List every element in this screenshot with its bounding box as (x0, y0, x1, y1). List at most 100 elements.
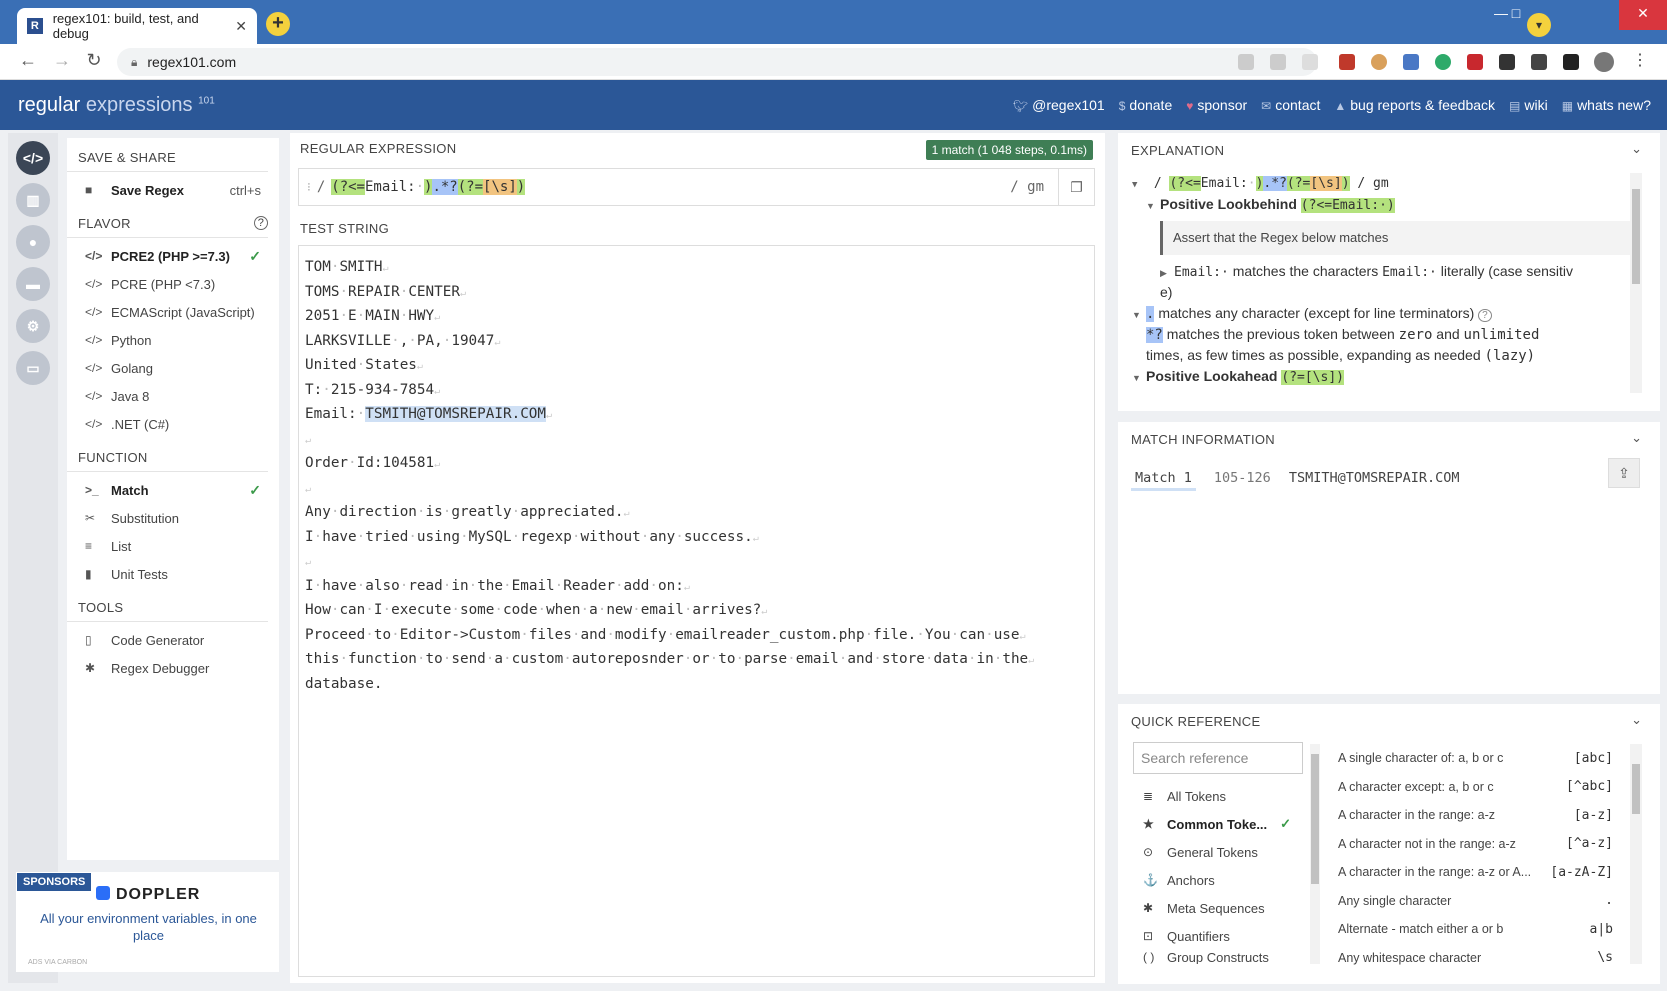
cookie-icon[interactable] (1371, 54, 1387, 70)
flavor-java[interactable]: </> Java 8 (67, 382, 279, 410)
flavor-ecmascript[interactable]: </> ECMAScript (JavaScript) (67, 298, 279, 326)
category-all-tokens[interactable]: ≣ All Tokens (1133, 782, 1303, 810)
category-common-tokens[interactable]: ★ Common Toke... ✓ (1133, 810, 1303, 838)
chevron-down-icon[interactable]: ⌄ (1631, 712, 1642, 728)
donate-link[interactable]: $ donate (1119, 97, 1173, 113)
save-regex-button[interactable]: ■ Save Regex ctrl+s (67, 176, 279, 204)
drag-handle-icon[interactable]: ⁝ (307, 180, 311, 194)
new-tab-button[interactable]: + (266, 12, 290, 36)
ads-via-carbon[interactable]: ADS VIA CARBON (28, 959, 87, 966)
reference-item[interactable]: Alternate - match either a or b a|b (1338, 915, 1613, 944)
help-icon[interactable]: ? (254, 216, 268, 230)
wiki-link[interactable]: ▤ wiki (1509, 97, 1548, 113)
reference-item[interactable]: Any whitespace character \s (1338, 944, 1613, 973)
library-icon[interactable]: ▥ (16, 183, 50, 217)
reference-item[interactable]: A character in the range: a-z [a-z] (1338, 801, 1613, 830)
function-match[interactable]: >_ Match ✓ (67, 476, 279, 504)
function-unit-tests[interactable]: ▮ Unit Tests (67, 560, 279, 588)
explain-lookahead[interactable]: ▼ Positive Lookahead (?=[\s]) (1132, 366, 1632, 387)
menu-icon[interactable]: ⋮ (1632, 50, 1648, 69)
install-icon[interactable] (1238, 54, 1254, 70)
match-row[interactable]: Match 1 105-126 TSMITH@TOMSREPAIR.COM (1131, 470, 1460, 491)
bug-report-link[interactable]: ▲ bug reports & feedback (1334, 97, 1495, 113)
extension-icon[interactable] (1499, 54, 1515, 70)
extension-icon[interactable] (1403, 54, 1419, 70)
flavor-dotnet[interactable]: </> .NET (C#) (67, 410, 279, 438)
sponsor-ad[interactable]: SPONSORS DOPPLER All your environment va… (16, 872, 279, 972)
close-window-icon[interactable]: ✕ (1619, 0, 1667, 30)
email-desc3: e) (1160, 284, 1173, 300)
explain-lookbehind[interactable]: ▼ Positive Lookbehind (?<=Email:·) (1146, 194, 1632, 215)
close-tab-icon[interactable]: ✕ (235, 18, 247, 35)
sponsor-link[interactable]: ♥ sponsor (1186, 97, 1247, 113)
tool-regex-debugger[interactable]: ✱ Regex Debugger (67, 654, 279, 682)
flavor-pcre2[interactable]: </> PCRE2 (PHP >=7.3) ✓ (67, 242, 279, 270)
regex-input[interactable]: ⁝ / (?<=Email:·).*?(?=[\s]) / gm ❐ (298, 168, 1095, 206)
avatar[interactable] (1594, 52, 1614, 72)
tool-code-generator[interactable]: ▯ Code Generator (67, 626, 279, 654)
help-icon[interactable]: ? (1478, 309, 1492, 322)
reference-scrollbar[interactable] (1630, 744, 1642, 964)
star-icon[interactable] (1302, 54, 1318, 70)
categories-scrollbar[interactable] (1310, 744, 1320, 964)
chevron-down-icon[interactable]: ⌄ (1631, 430, 1642, 446)
explain-root[interactable]: ▼ / (?<=Email:·).*?(?=[\s]) / gm (1132, 173, 1632, 194)
regex-delimiter: / (316, 179, 326, 195)
reference-item[interactable]: A character not in the range: a-z [^a-z] (1338, 830, 1613, 859)
category-group-constructs[interactable]: ( ) Group Constructs (1133, 950, 1303, 964)
test-string-input[interactable]: TOM·SMITH↵ TOMS·REPAIR·CENTER↵ 2051·E·MAIN… (298, 245, 1095, 977)
code-icon[interactable]: </> (16, 141, 50, 175)
scrollbar-thumb[interactable] (1311, 754, 1319, 884)
search-reference-input[interactable]: Search reference (1133, 742, 1303, 774)
contact-link[interactable]: ✉ contact (1261, 97, 1320, 113)
share-icon[interactable] (1270, 54, 1286, 70)
puzzle-icon[interactable] (1531, 54, 1547, 70)
logo[interactable]: regular expressions 101 (18, 94, 215, 117)
chevron-down-icon[interactable]: ⌄ (1631, 141, 1642, 157)
reference-item[interactable]: A character except: a, b or c [^abc] (1338, 773, 1613, 802)
gamepad-icon[interactable]: ▬ (16, 267, 50, 301)
url-field[interactable]: 🔒︎ regex101.com (117, 48, 1317, 76)
grammarly-icon[interactable] (1435, 54, 1451, 70)
category-general-tokens[interactable]: ⊙ General Tokens (1133, 838, 1303, 866)
function-list[interactable]: ≡ List (67, 532, 279, 560)
explanation-scrollbar[interactable] (1630, 173, 1642, 393)
twitter-link[interactable]: 🐦︎ @regex101 (1013, 97, 1105, 113)
reference-item[interactable]: A character in the range: a-z or A... [a-… (1338, 858, 1613, 887)
reference-item[interactable]: A single character of: a, b or c [abc] (1338, 744, 1613, 773)
gear-icon[interactable]: ⚙ (16, 309, 50, 343)
extension-icon[interactable] (1339, 54, 1355, 70)
explain-email[interactable]: ▶ Email:· matches the characters Email:· … (1160, 261, 1632, 282)
browser-tab[interactable]: R regex101: build, test, and debug ✕ (17, 8, 257, 44)
flavor-python[interactable]: </> Python (67, 326, 279, 354)
function-heading: FUNCTION (67, 438, 268, 472)
file-code-icon: ▯ (85, 633, 92, 647)
maximize-icon[interactable]: □ (1490, 0, 1542, 30)
flavor-golang[interactable]: </> Golang (67, 354, 279, 382)
reload-icon[interactable]: ↻ (82, 50, 106, 71)
category-anchors[interactable]: ⚓ Anchors (1133, 866, 1303, 894)
function-substitution[interactable]: ✂ Substitution (67, 504, 279, 532)
function-label: Substitution (111, 510, 179, 526)
category-quantifiers[interactable]: ⊡ Quantifiers (1133, 922, 1303, 950)
forward-icon[interactable]: → (50, 50, 74, 71)
flavor-pcre[interactable]: </> PCRE (PHP <7.3) (67, 270, 279, 298)
sidepanel-icon[interactable] (1563, 54, 1579, 70)
export-icon[interactable]: ⇪ (1608, 458, 1640, 488)
copy-icon[interactable]: ❐ (1058, 169, 1094, 205)
category-meta-sequences[interactable]: ✱ Meta Sequences (1133, 894, 1303, 922)
whats-new-link[interactable]: ▦ whats new? (1562, 97, 1651, 113)
flavor-heading: FLAVOR? (67, 204, 268, 238)
triangle-right-icon: ▶ (1160, 268, 1167, 278)
regex-flags[interactable]: / gm (1010, 179, 1044, 195)
reference-item[interactable]: Any single character. (1338, 887, 1613, 916)
back-icon[interactable]: ← (16, 50, 40, 71)
test-line: Email:·TSMITH@TOMSREPAIR.COM↵ (305, 403, 1088, 428)
icon-bar: </> ▥ ● ▬ ⚙ ▭ (8, 133, 58, 983)
scrollbar-thumb[interactable] (1632, 189, 1640, 284)
user-icon[interactable]: ● (16, 225, 50, 259)
chat-icon[interactable]: ▭ (16, 351, 50, 385)
scrollbar-thumb[interactable] (1632, 764, 1640, 814)
explain-dot[interactable]: ▼. matches any character (except for lin… (1132, 303, 1632, 324)
extension-icon[interactable] (1467, 54, 1483, 70)
